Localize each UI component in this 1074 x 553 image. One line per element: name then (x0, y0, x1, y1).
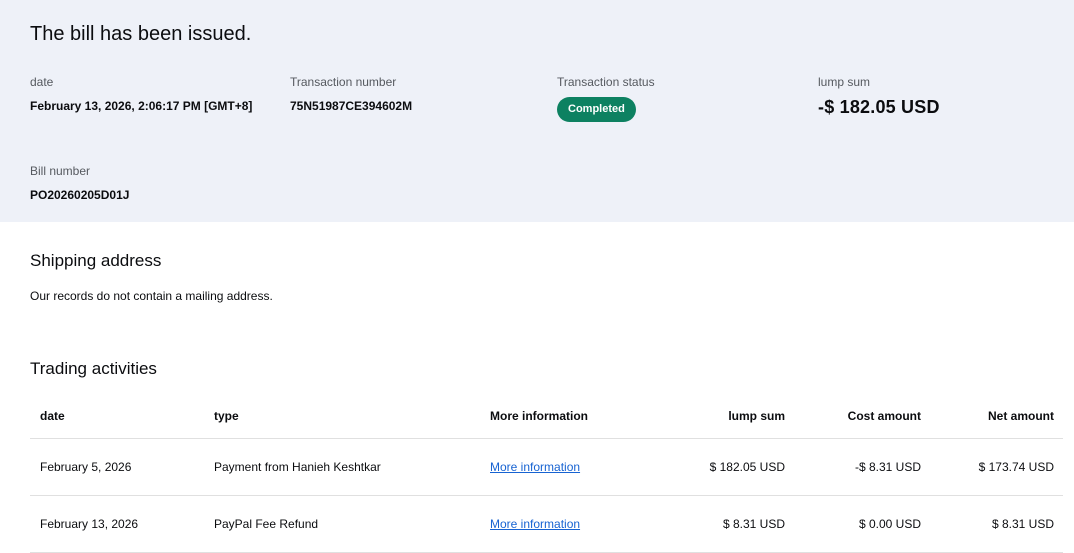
cell-type: PayPal Fee Refund (214, 517, 319, 531)
field-date: date February 13, 2026, 2:06:17 PM [GMT+… (30, 75, 290, 122)
field-bill-number-value: PO20260205D01J (30, 188, 130, 202)
trading-activities-table: date type More information lump sum Cost… (30, 393, 1063, 553)
page-title: The bill has been issued. (30, 23, 252, 45)
column-header-cost-amount: Cost amount (847, 408, 921, 423)
shipping-address-message: Our records do not contain a mailing add… (30, 289, 273, 303)
summary-fields-row-2: Bill number PO20260205D01J (30, 164, 1044, 202)
field-transaction-number-value: 75N51987CE394602M (290, 99, 413, 113)
column-header-type: type (214, 408, 239, 423)
table-header-row: date type More information lump sum Cost… (30, 393, 1063, 439)
column-header-date: date (40, 408, 65, 423)
field-date-value: February 13, 2026, 2:06:17 PM [GMT+8] (30, 99, 253, 113)
summary-panel: The bill has been issued. date February … (0, 0, 1074, 222)
field-date-label: date (30, 75, 54, 89)
cell-date: February 13, 2026 (40, 517, 139, 531)
field-transaction-number-label: Transaction number (290, 75, 397, 89)
table-row: February 13, 2026 PayPal Fee Refund More… (30, 496, 1063, 553)
cell-lump-sum: $ 182.05 USD (709, 460, 785, 474)
trading-activities-section: Trading activities (0, 359, 1074, 379)
trading-activities-heading: Trading activities (30, 359, 157, 378)
field-transaction-number: Transaction number 75N51987CE394602M (290, 75, 557, 122)
cell-type: Payment from Hanieh Keshtkar (214, 460, 381, 474)
field-transaction-status-label: Transaction status (557, 75, 655, 89)
shipping-address-heading: Shipping address (30, 251, 162, 270)
field-bill-number-label: Bill number (30, 164, 91, 178)
status-badge: Completed (557, 97, 636, 122)
summary-fields-row-1: date February 13, 2026, 2:06:17 PM [GMT+… (30, 75, 1044, 122)
cell-cost-amount: $ 0.00 USD (858, 517, 921, 531)
cell-cost-amount: -$ 8.31 USD (854, 460, 921, 474)
column-header-lump-sum: lump sum (728, 408, 785, 423)
field-lump-sum: lump sum -$ 182.05 USD (818, 75, 1044, 122)
column-header-more-information: More information (490, 408, 588, 423)
cell-date: February 5, 2026 (40, 460, 132, 474)
field-lump-sum-label: lump sum (818, 75, 871, 89)
column-header-net-amount: Net amount (988, 408, 1054, 423)
field-transaction-status: Transaction status Completed (557, 75, 818, 122)
more-information-link[interactable]: More information (490, 517, 580, 531)
field-lump-sum-value: -$ 182.05 USD (818, 97, 940, 117)
field-bill-number: Bill number PO20260205D01J (30, 164, 290, 202)
cell-net-amount: $ 8.31 USD (991, 517, 1054, 531)
cell-net-amount: $ 173.74 USD (978, 460, 1054, 474)
shipping-address-section: Shipping address Our records do not cont… (0, 251, 1074, 303)
more-information-link[interactable]: More information (490, 460, 580, 474)
table-row: February 5, 2026 Payment from Hanieh Kes… (30, 439, 1063, 496)
cell-lump-sum: $ 8.31 USD (722, 517, 785, 531)
